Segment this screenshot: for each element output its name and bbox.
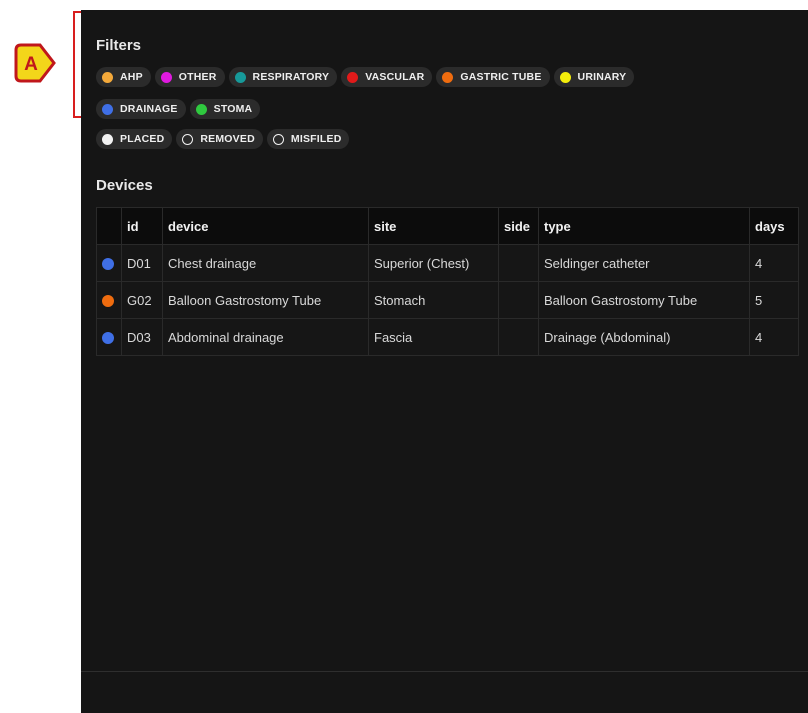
filter-chip-gastric-tube[interactable]: GASTRIC TUBE (436, 67, 550, 87)
cell-side (498, 281, 539, 319)
column-header-indicator[interactable] (96, 207, 122, 245)
devices-table: id device site side type days D01 Chest draina… (96, 207, 799, 356)
filter-chip-label: STOMA (213, 103, 253, 115)
cell-site: Stomach (368, 281, 499, 319)
filter-chip-label: MISFILED (290, 133, 342, 145)
filter-chip-removed[interactable]: REMOVED (176, 129, 263, 149)
column-header-days[interactable]: days (749, 207, 799, 245)
table-row[interactable]: D03 Abdominal drainage Fascia Drainage (Abd… (96, 318, 799, 356)
column-header-site[interactable]: site (368, 207, 499, 245)
cell-indicator (96, 244, 122, 282)
color-dot-icon (195, 103, 207, 115)
filter-chip-label: URINARY (577, 71, 627, 83)
column-header-id[interactable]: id (121, 207, 163, 245)
circle-outline-icon (182, 133, 194, 145)
filter-chip-label: PLACED (120, 133, 165, 145)
cell-device: Chest drainage (162, 244, 369, 282)
cell-device: Abdominal drainage (162, 318, 369, 356)
filter-chip-label: GASTRIC TUBE (460, 71, 542, 83)
cell-id: D03 (121, 318, 163, 356)
color-dot-icon (559, 71, 571, 83)
filter-chip-urinary[interactable]: URINARY (553, 67, 635, 87)
filter-chip-label: REMOVED (200, 133, 255, 145)
cell-id: D01 (121, 244, 163, 282)
cell-days: 4 (749, 318, 799, 356)
devices-panel: Filters AHP OTHER RESPIRATORY VASCULAR GASTR… (81, 10, 808, 713)
cell-device: Balloon Gastrostomy Tube (162, 281, 369, 319)
cell-site: Superior (Chest) (368, 244, 499, 282)
column-header-side[interactable]: side (498, 207, 539, 245)
callout-a-badge: A (14, 43, 56, 83)
filter-chip-drainage[interactable]: DRAINAGE (96, 99, 186, 119)
cell-days: 4 (749, 244, 799, 282)
category-filter-row: AHP OTHER RESPIRATORY VASCULAR GASTRIC TUBE U… (96, 67, 635, 87)
cell-side (498, 244, 539, 282)
cell-indicator (96, 281, 122, 319)
table-row[interactable]: G02 Balloon Gastrostomy Tube Stomach Balloo… (96, 281, 799, 319)
filter-chip-label: DRAINAGE (120, 103, 178, 115)
color-dot-icon (347, 71, 359, 83)
filter-chip-label: OTHER (178, 71, 217, 83)
filter-chip-respiratory[interactable]: RESPIRATORY (228, 67, 338, 87)
cell-type: Balloon Gastrostomy Tube (538, 281, 750, 319)
table-header-row: id device site side type days (96, 207, 799, 245)
color-dot-icon (102, 103, 113, 115)
cell-days: 5 (749, 281, 799, 319)
cell-indicator (96, 318, 122, 356)
filter-chip-placed[interactable]: PLACED (96, 129, 173, 149)
filter-chip-label: VASCULAR (365, 71, 425, 83)
status-filter-row: PLACED REMOVED MISFILED (96, 129, 350, 149)
table-row[interactable]: D01 Chest drainage Superior (Chest) Selding… (96, 244, 799, 282)
color-dot-icon (442, 71, 454, 83)
circle-outline-icon (272, 133, 284, 145)
column-header-type[interactable]: type (538, 207, 750, 245)
color-dot-icon (102, 133, 113, 145)
filter-chip-vascular[interactable]: VASCULAR (341, 67, 433, 87)
color-dot-icon (102, 71, 113, 83)
device-type-dot-icon (102, 258, 114, 271)
device-type-dot-icon (102, 295, 114, 308)
color-dot-icon (234, 71, 246, 83)
column-header-device[interactable]: device (162, 207, 369, 245)
filter-chip-stoma[interactable]: STOMA (189, 99, 261, 119)
cell-type: Seldinger catheter (538, 244, 750, 282)
filter-chip-label: RESPIRATORY (252, 71, 330, 83)
color-dot-icon (160, 71, 172, 83)
filter-chip-misfiled[interactable]: MISFILED (266, 129, 350, 149)
category-filter-row: DRAINAGE STOMA (96, 99, 261, 119)
filter-chip-ahp[interactable]: AHP (96, 67, 151, 87)
filter-chip-other[interactable]: OTHER (154, 67, 225, 87)
cell-id: G02 (121, 281, 163, 319)
cell-type: Drainage (Abdominal) (538, 318, 750, 356)
cell-side (498, 318, 539, 356)
filter-chip-label: AHP (120, 71, 143, 83)
filters-title: Filters (96, 37, 142, 54)
footer-divider (81, 671, 808, 672)
cell-site: Fascia (368, 318, 499, 356)
devices-title: Devices (96, 177, 153, 194)
device-type-dot-icon (102, 332, 114, 345)
callout-label: A (24, 54, 38, 75)
